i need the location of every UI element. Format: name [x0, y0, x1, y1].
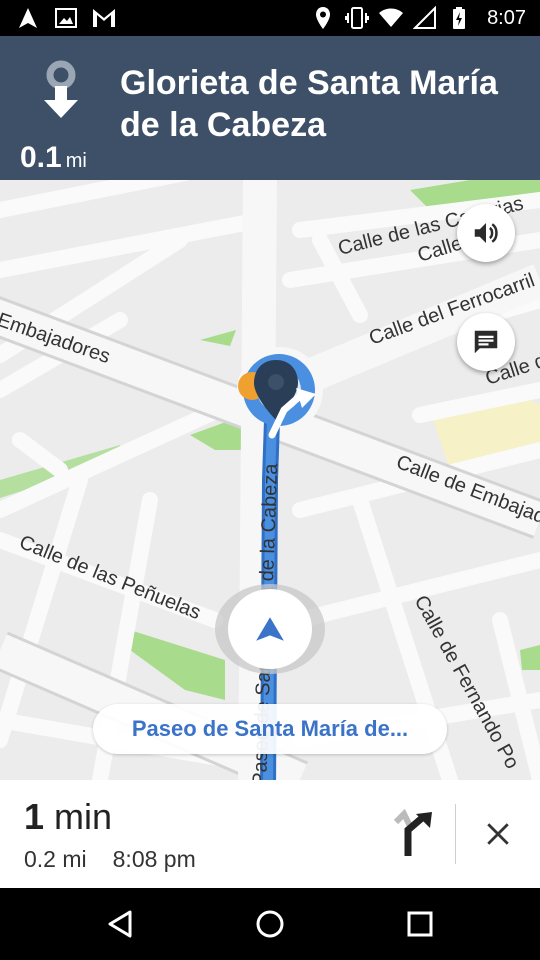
close-icon	[487, 823, 509, 845]
home-button[interactable]	[250, 904, 290, 944]
eta-arrival: 8:08 pm	[112, 846, 196, 872]
distance-unit: mi	[65, 150, 87, 172]
divider	[455, 804, 456, 864]
eta-panel[interactable]: 1 min 0.2 mi 8:08 pm	[0, 780, 540, 888]
gmail-icon	[92, 6, 116, 30]
distance-value: 0.1	[20, 141, 62, 174]
back-triangle-icon	[108, 910, 132, 938]
current-street-label[interactable]: Paseo de Santa María de...	[93, 704, 447, 754]
sound-button[interactable]	[457, 204, 515, 262]
straight-to-roundabout-icon	[38, 60, 84, 130]
battery-charging-icon	[447, 6, 471, 30]
status-bar: 8:07	[0, 0, 540, 36]
eta-distance: 0.2 mi	[24, 846, 87, 872]
recenter-button[interactable]	[215, 584, 325, 674]
eta-details: 0.2 mi 8:08 pm	[24, 846, 222, 873]
direction-header[interactable]: 0.1 mi Glorieta de Santa María de la Cabe…	[0, 36, 540, 180]
distance-to-turn: 0.1 mi	[20, 141, 87, 175]
vibrate-icon	[345, 6, 370, 30]
back-button[interactable]	[100, 904, 140, 944]
report-button[interactable]	[457, 313, 515, 371]
park-area	[130, 630, 225, 700]
park-area	[520, 645, 540, 670]
recents-button[interactable]	[400, 904, 440, 944]
clock: 8:07	[487, 6, 526, 29]
volume-icon	[474, 223, 498, 243]
chat-bubble-icon	[474, 330, 498, 354]
image-icon	[54, 6, 78, 30]
close-navigation-button[interactable]	[476, 812, 520, 856]
eta-minutes-unit: min	[54, 796, 113, 837]
park-area	[200, 330, 236, 346]
recents-square-icon	[407, 911, 433, 937]
location-icon	[311, 6, 335, 30]
map-canvas[interactable]: Calle de las Canarias Calle del Ferrocar…	[0, 180, 540, 780]
home-circle-icon	[256, 910, 284, 938]
system-nav-bar	[0, 888, 540, 960]
navigation-icon	[16, 6, 40, 30]
map-view[interactable]: Calle de las Canarias Calle del Ferrocar…	[0, 180, 540, 780]
eta-minutes: 1	[24, 796, 45, 837]
eta-duration: 1 min	[24, 796, 112, 838]
route-fork-icon	[393, 808, 432, 856]
navigation-arrow-icon	[256, 617, 284, 641]
signal-icon	[413, 6, 437, 30]
wifi-icon	[379, 6, 404, 30]
next-street-name: Glorieta de Santa María de la Cabeza	[120, 64, 498, 144]
alternate-routes-button[interactable]	[392, 808, 436, 858]
